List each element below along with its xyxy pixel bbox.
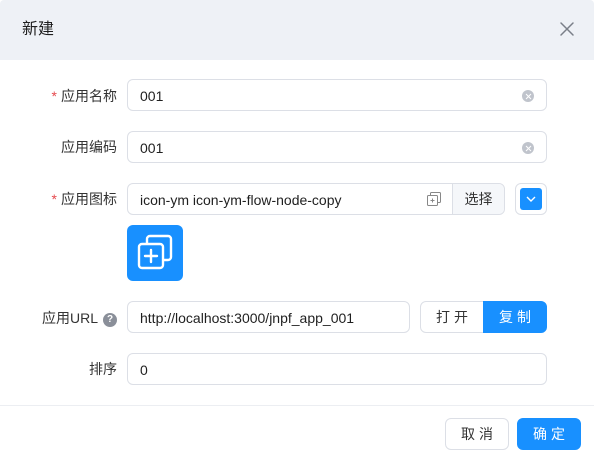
chevron-down-icon	[526, 196, 536, 202]
sort-label: 排序	[89, 359, 117, 379]
footer-divider	[0, 405, 594, 406]
app-icon-label: * 应用图标	[52, 189, 117, 209]
select-icon-button[interactable]: 选择	[452, 184, 504, 214]
app-code-label-text: 应用编码	[61, 139, 117, 155]
clear-icon[interactable]	[522, 142, 534, 154]
dialog-title: 新建	[22, 21, 55, 38]
app-url-label-text: 应用URL	[41, 310, 98, 326]
close-icon[interactable]	[556, 18, 578, 40]
confirm-button[interactable]: 确定	[517, 418, 581, 450]
required-mark: *	[51, 191, 57, 207]
app-code-label: 应用编码	[61, 137, 117, 157]
app-name-label-text: 应用名称	[61, 88, 117, 104]
clear-icon[interactable]	[522, 90, 534, 102]
app-icon-value: icon-ym icon-ym-flow-node-copy	[140, 192, 342, 208]
app-code-value: 001	[140, 140, 164, 156]
app-name-label: * 应用名称	[52, 86, 117, 106]
app-url-value: http://localhost:3000/jnpf_app_001	[140, 310, 355, 326]
copy-url-button[interactable]: 复制	[483, 301, 547, 333]
sort-value: 0	[140, 362, 148, 378]
open-url-button[interactable]: 打开	[420, 301, 484, 333]
cancel-button[interactable]: 取消	[445, 418, 509, 450]
sort-label-text: 排序	[89, 361, 117, 377]
required-mark: *	[51, 88, 57, 104]
app-icon-preview	[127, 225, 183, 281]
icon-color-picker[interactable]	[515, 183, 547, 215]
new-app-dialog: 新建 * 应用名称 001 应用编码 001 * 应用图标 icon-ym icon…	[0, 0, 594, 461]
sort-input[interactable]: 0	[127, 353, 547, 385]
flow-node-copy-icon	[427, 192, 441, 206]
help-icon[interactable]: ?	[103, 313, 117, 327]
app-code-input[interactable]: 001	[127, 131, 547, 163]
app-name-input[interactable]: 001	[127, 79, 547, 111]
app-icon-input[interactable]: icon-ym icon-ym-flow-node-copy 选择	[127, 183, 505, 215]
app-url-input[interactable]: http://localhost:3000/jnpf_app_001	[127, 301, 410, 333]
app-icon-label-text: 应用图标	[61, 191, 117, 207]
color-swatch	[520, 188, 542, 210]
flow-node-copy-icon	[137, 234, 173, 270]
app-name-value: 001	[140, 88, 164, 104]
app-url-label: 应用URL?	[42, 308, 117, 328]
dialog-header: 新建	[0, 0, 594, 60]
